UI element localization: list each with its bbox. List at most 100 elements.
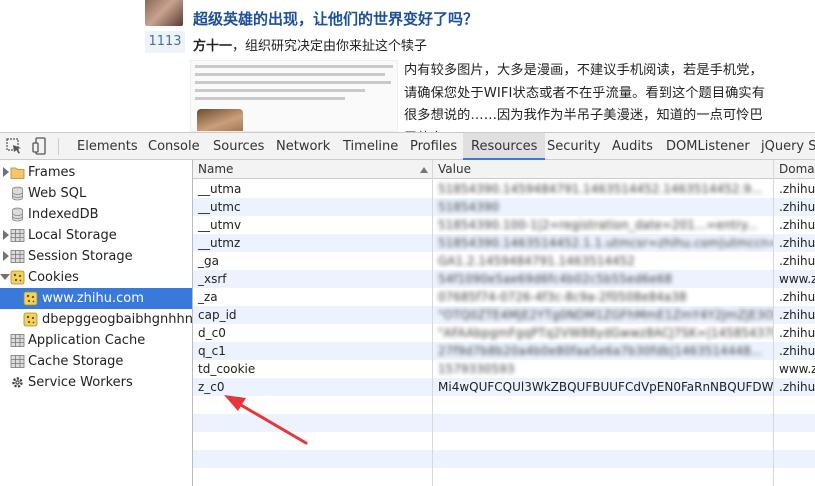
table-row[interactable]: __utmc51854390.zhihu.c (193, 198, 815, 216)
sidebar-item-label: www.zhihu.com (42, 291, 144, 306)
cookie-name-cell[interactable]: __utma (193, 180, 432, 198)
sidebar-item-service-workers[interactable]: Service Workers (0, 372, 192, 393)
sort-ascending-icon[interactable] (420, 167, 428, 173)
table-row[interactable]: _xsrf 54f1090e5ae69d6fc4b02c5b55ed6e68 www… (193, 270, 815, 288)
cookie-icon (10, 270, 25, 285)
cookie-domain-cell[interactable]: .zhihu.c (774, 378, 815, 396)
tab-timeline[interactable]: Timeline (343, 133, 398, 160)
table-row[interactable]: _gaGA1.2.1459484791.1463514452.zhihu.c (193, 252, 815, 270)
resources-sidebar: Frames Web SQL IndexedDB Local Storage Sessi… (0, 160, 192, 486)
collapse-triangle-icon[interactable] (3, 167, 9, 177)
inspect-element-icon[interactable] (6, 138, 22, 154)
sidebar-item-session-storage[interactable]: Session Storage (0, 246, 192, 267)
cookie-name-cell[interactable]: _ga (193, 252, 432, 270)
cookie-name-cell[interactable]: __utmz (193, 234, 432, 252)
answer-excerpt[interactable]: 内有较多图片，大多是漫画，不建议手机阅读，若是手机党，请确保您处于WIFI状态或… (404, 60, 776, 132)
table-row[interactable]: d_c0 "AFAAbpgmFgqPTq2VW88ydGwwz8ACJ7SK=|1… (193, 324, 815, 342)
cookie-domain-cell[interactable]: .zhihu.c (774, 324, 815, 342)
table-row[interactable]: __utma 51854390.1459484791.1463514452.146… (193, 180, 815, 198)
device-mode-icon[interactable] (32, 137, 46, 155)
cookie-name-cell[interactable]: _za (193, 288, 432, 306)
sidebar-item-cookies[interactable]: Cookies (0, 267, 192, 288)
cookie-domain-cell[interactable]: .zhihu.c (774, 342, 815, 360)
tab-domlistener[interactable]: DOMListener (666, 133, 750, 160)
tab-console[interactable]: Console (148, 133, 200, 160)
cookie-value-cell[interactable]: 54f1090e5ae69d6fc4b02c5b55ed6e68 (433, 270, 773, 288)
cookie-domain-cell[interactable]: .zhihu.c (774, 306, 815, 324)
table-row[interactable]: __utmv 51854390.100-1|2=registration_date… (193, 216, 815, 234)
grid-storage-icon (10, 249, 25, 264)
expand-triangle-icon[interactable] (0, 274, 10, 280)
cookie-name-cell[interactable]: __utmc (193, 198, 432, 216)
tab-jquery-se[interactable]: jQuery Se (761, 133, 815, 160)
cookie-name-cell[interactable]: td_cookie (193, 360, 432, 378)
cookie-name-cell[interactable]: __utmv (193, 216, 432, 234)
sidebar-item-local-storage[interactable]: Local Storage (0, 225, 192, 246)
column-header-name[interactable]: Name (193, 160, 432, 179)
cookie-domain-cell[interactable]: .zhihu.c (774, 198, 815, 216)
cookie-name-cell[interactable]: z_c0 (193, 378, 432, 396)
table-row[interactable]: td_cookie1579330593www.zh (193, 360, 815, 378)
table-row[interactable]: cap_id "OTQ0ZTE4MjE2YTg0NDM1ZGFhMmE1ZmY4Y… (193, 306, 815, 324)
sidebar-item-application-cache[interactable]: Application Cache (0, 330, 192, 351)
cookie-value-cell[interactable]: "AFAAbpgmFgqPTq2VW88ydGwwz8ACJ7SK=|14585… (433, 324, 773, 342)
cookie-domain-cell[interactable]: .zhihu.c (774, 180, 815, 198)
folder-icon (10, 165, 25, 180)
sidebar-item-frames[interactable]: Frames (0, 162, 192, 183)
cookie-value-cell[interactable]: 51854390.100-1|2=registration_date=201..… (433, 216, 773, 234)
cookie-value-cell[interactable]: 07685f74-0726-4f3c-8c9a-2f0508e84a38 (433, 288, 773, 306)
tab-audits[interactable]: Audits (612, 133, 653, 160)
cookie-value-cell[interactable]: 51854390 (433, 198, 773, 216)
sidebar-item-label: Cookies (28, 270, 79, 285)
sidebar-item-web-sql[interactable]: Web SQL (0, 183, 192, 204)
question-avatar[interactable] (145, 0, 183, 26)
cookie-value-cell[interactable]: 51854390.1463514452.1.1.utmcsr=zhihu.com… (433, 234, 773, 252)
column-divider[interactable] (773, 160, 774, 486)
table-row[interactable]: _za 07685f74-0726-4f3c-8c9a-2f0508e84a38.… (193, 288, 815, 306)
tab-security[interactable]: Security (547, 133, 600, 160)
empty-table-row (193, 432, 815, 450)
cookie-value-cell[interactable]: "OTQ0ZTE4MjE2YTg0NDM1ZGFhMmE1ZmY4Y2JmZjE… (433, 306, 773, 324)
cookie-value-cell[interactable]: 27f9d7b8b20a4b0e80faa5e6a7b30fdb|1463514… (433, 342, 773, 360)
sidebar-item-label: Local Storage (28, 228, 117, 243)
tab-resources[interactable]: Resources (463, 133, 546, 160)
tab-elements[interactable]: Elements (77, 133, 138, 160)
sidebar-item-dbepggeogbaibhgnhhndo[interactable]: dbepggeogbaibhgnhhndo (0, 309, 192, 330)
cookie-domain-cell[interactable]: www.zh (774, 360, 815, 378)
cookie-domain-cell[interactable]: www.zh (774, 270, 815, 288)
devtools-toolbar: Elements Console Sources Network Timeline Pro… (0, 132, 815, 160)
column-divider[interactable] (432, 160, 433, 486)
sidebar-item-cache-storage[interactable]: Cache Storage (0, 351, 192, 372)
table-row[interactable]: q_c1 27f9d7b8b20a4b0e80faa5e6a7b30fdb|146… (193, 342, 815, 360)
cookie-value-cell[interactable]: 51854390.1459484791.1463514452.146351445… (433, 180, 773, 198)
column-header-value[interactable]: Value (433, 160, 773, 179)
cookie-domain-cell[interactable]: .zhihu.c (774, 234, 815, 252)
sidebar-item-indexeddb[interactable]: IndexedDB (0, 204, 192, 225)
cookie-value-cell[interactable]: Mi4wQUFCQUl3WkZBQUFBUUFCdVpEN0FaRnNBQUFD… (433, 378, 773, 396)
tab-network[interactable]: Network (276, 133, 330, 160)
cookie-domain-cell[interactable]: .zhihu.c (774, 288, 815, 306)
sidebar-item-www-zhihu-com[interactable]: www.zhihu.com (0, 288, 192, 309)
cookie-value-cell[interactable]: 1579330593 (433, 360, 773, 378)
empty-table-row (193, 396, 815, 414)
answer-author[interactable]: 方十一 (193, 39, 232, 54)
tab-sources[interactable]: Sources (213, 133, 264, 160)
cookie-name-cell[interactable]: cap_id (193, 306, 432, 324)
database-icon (10, 186, 25, 201)
tab-profiles[interactable]: Profiles (410, 133, 457, 160)
cookie-domain-cell[interactable]: .zhihu.c (774, 252, 815, 270)
cookie-name-cell[interactable]: _xsrf (193, 270, 432, 288)
table-row[interactable]: z_c0 Mi4wQUFCQUl3WkZBQUFBUUFCdVpEN0FaRnNB… (193, 378, 815, 396)
cookie-icon (23, 291, 38, 306)
cookie-name-cell[interactable]: d_c0 (193, 324, 432, 342)
answer-thumbnail-image[interactable] (190, 60, 398, 132)
vote-count-badge[interactable]: 1113 (145, 31, 185, 53)
cookie-value-cell[interactable]: GA1.2.1459484791.1463514452 (433, 252, 773, 270)
question-title[interactable]: 超级英雄的出现，让他们的世界变好了吗？ (193, 8, 478, 29)
table-row[interactable]: __utmz 51854390.1463514452.1.1.utmcsr=zhi… (193, 234, 815, 252)
cookie-name-cell[interactable]: q_c1 (193, 342, 432, 360)
cookie-domain-cell[interactable]: .zhihu.c (774, 216, 815, 234)
column-header-domain[interactable]: Domain (774, 160, 815, 179)
collapse-triangle-icon[interactable] (3, 230, 9, 240)
collapse-triangle-icon[interactable] (3, 251, 9, 261)
